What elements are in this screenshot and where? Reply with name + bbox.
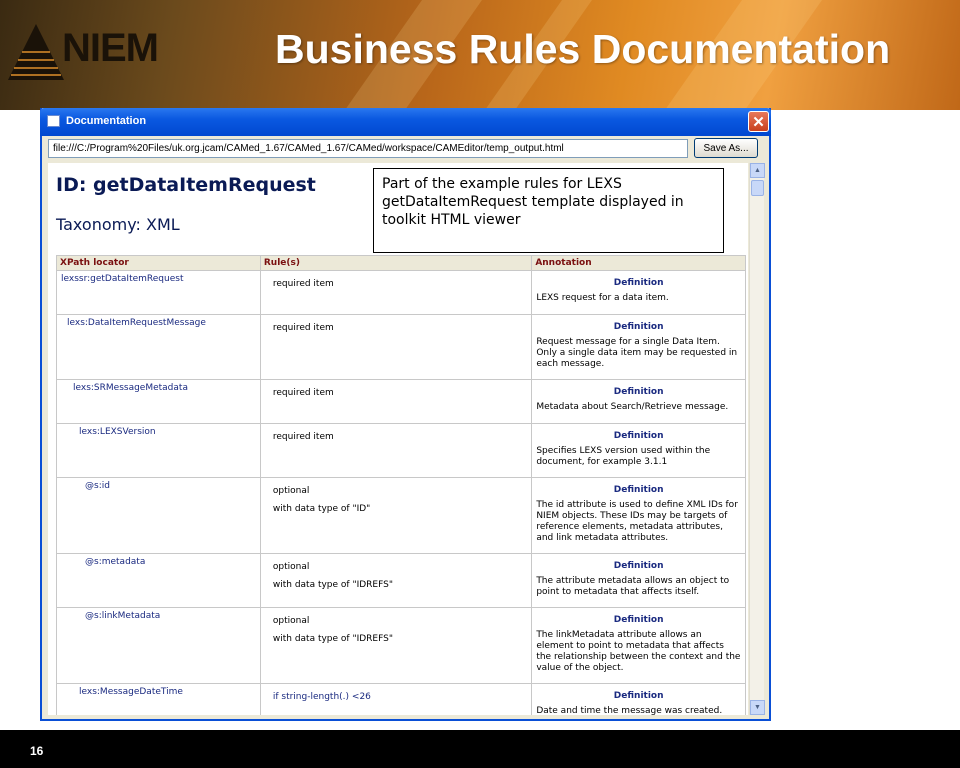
table-row: @s:linkMetadata optional with data type o…	[56, 607, 746, 684]
document-id-heading: ID: getDataItemRequest	[56, 174, 316, 196]
url-bar: file:///C:/Program%20Files/uk.org.jcam/C…	[48, 138, 764, 160]
rule-text: required item	[272, 388, 334, 398]
rules-table: XPath locator Rule(s) Annotation lexssr:…	[56, 255, 746, 715]
rule-text: required item	[272, 432, 334, 442]
rule-text: optional	[272, 486, 310, 496]
callout-box: Part of the example rules for LEXS getDa…	[373, 168, 724, 253]
rules-cell: optional with data type of "IDREFS"	[259, 553, 533, 608]
annotation-text: Date and time the message was created.	[536, 706, 723, 715]
column-header-rules: Rule(s)	[259, 255, 533, 271]
annotation-heading: Definition	[613, 322, 664, 332]
xpath-cell: @s:id	[56, 477, 261, 554]
annotation-text: Metadata about Search/Retrieve message.	[536, 402, 729, 412]
rules-cell: optional with data type of "ID"	[259, 477, 533, 554]
annotation-text: The id attribute is used to define XML I…	[536, 500, 738, 543]
table-header-row: XPath locator Rule(s) Annotation	[56, 255, 746, 271]
annotation-cell: Definition The id attribute is used to de…	[531, 477, 746, 554]
rules-cell: if string-length(.) <26	[259, 683, 533, 715]
xpath-locator: lexssr:getDataItemRequest	[61, 274, 184, 284]
annotation-text: The attribute metadata allows an object …	[536, 576, 730, 597]
window-title: Documentation	[66, 115, 147, 127]
annotation-heading: Definition	[613, 615, 664, 625]
close-icon: ✕	[752, 113, 765, 131]
rule-text: optional	[272, 562, 310, 572]
xpath-cell: @s:linkMetadata	[56, 607, 261, 684]
annotation-text: Request message for a single Data Item. …	[536, 337, 738, 369]
close-button[interactable]: ✕	[748, 111, 769, 132]
rule-text: required item	[272, 323, 334, 333]
xpath-locator: lexs:MessageDateTime	[79, 687, 183, 697]
xpath-cell: @s:metadata	[56, 553, 261, 608]
window-titlebar[interactable]: Documentation ✕	[40, 108, 771, 136]
rule-text: required item	[272, 279, 334, 289]
xpath-locator: lexs:LEXSVersion	[79, 427, 156, 437]
xpath-locator: lexs:SRMessageMetadata	[73, 383, 188, 393]
url-field[interactable]: file:///C:/Program%20Files/uk.org.jcam/C…	[48, 139, 688, 158]
annotation-heading: Definition	[613, 561, 664, 571]
annotation-heading: Definition	[613, 278, 664, 288]
annotation-heading: Definition	[613, 485, 664, 495]
scroll-down-icon[interactable]: ▼	[750, 700, 765, 715]
table-row: lexs:LEXSVersion required item Definitio…	[56, 423, 746, 478]
annotation-text: The linkMetadata attribute allows an ele…	[536, 630, 741, 673]
xpath-locator: @s:id	[85, 481, 110, 491]
xpath-cell: lexs:DataItemRequestMessage	[56, 314, 261, 380]
xpath-cell: lexs:LEXSVersion	[56, 423, 261, 478]
rules-cell: required item	[259, 270, 533, 315]
rule-text: with data type of "IDREFS"	[272, 580, 393, 590]
window-icon	[47, 115, 60, 127]
scroll-up-icon[interactable]: ▲	[750, 163, 765, 178]
xpath-cell: lexs:MessageDateTime	[56, 683, 261, 715]
slide-header: NIEM Business Rules Documentation	[0, 0, 960, 110]
annotation-cell: Definition Metadata about Search/Retrieve…	[531, 379, 746, 424]
save-as-button[interactable]: Save As...	[694, 138, 758, 158]
xpath-locator: @s:metadata	[85, 557, 146, 567]
rules-cell: required item	[259, 314, 533, 380]
column-header-annotation: Annotation	[531, 255, 746, 271]
rules-cell: required item	[259, 379, 533, 424]
slide-title: Business Rules Documentation	[275, 26, 891, 72]
annotation-text: Specifies LEXS version used within the d…	[536, 446, 711, 467]
xpath-cell: lexssr:getDataItemRequest	[56, 270, 261, 315]
rules-cell: optional with data type of "IDREFS"	[259, 607, 533, 684]
rules-cell: required item	[259, 423, 533, 478]
xpath-cell: lexs:SRMessageMetadata	[56, 379, 261, 424]
rule-text: with data type of "ID"	[272, 504, 371, 514]
annotation-heading: Definition	[613, 387, 664, 397]
table-row: lexs:MessageDateTime if string-length(.)…	[56, 683, 746, 715]
slide-footer: 16	[0, 730, 960, 768]
rule-text: with data type of "IDREFS"	[272, 634, 393, 644]
column-header-xpath: XPath locator	[56, 255, 261, 271]
rule-text: optional	[272, 616, 310, 626]
scroll-thumb[interactable]	[751, 180, 764, 196]
table-row: lexs:DataItemRequestMessage required ite…	[56, 314, 746, 380]
table-row: @s:id optional with data type of "ID" Def…	[56, 477, 746, 554]
page-number: 16	[30, 744, 44, 758]
table-row: lexssr:getDataItemRequest required item …	[56, 270, 746, 315]
annotation-cell: Definition Date and time the message was …	[531, 683, 746, 715]
xpath-locator: lexs:DataItemRequestMessage	[67, 318, 206, 328]
annotation-cell: Definition The attribute metadata allows …	[531, 553, 746, 608]
annotation-heading: Definition	[613, 431, 664, 441]
rule-text: if string-length(.) <26	[272, 692, 371, 702]
annotation-text: LEXS request for a data item.	[536, 293, 669, 303]
annotation-cell: Definition The linkMetadata attribute all…	[531, 607, 746, 684]
table-row: lexs:SRMessageMetadata required item Def…	[56, 379, 746, 424]
logo-text: NIEM	[62, 26, 159, 70]
table-row: @s:metadata optional with data type of "I…	[56, 553, 746, 608]
annotation-heading: Definition	[613, 691, 664, 701]
taxonomy-heading: Taxonomy: XML	[56, 215, 180, 234]
annotation-cell: Definition LEXS request for a data item.	[531, 270, 746, 315]
xpath-locator: @s:linkMetadata	[85, 611, 161, 621]
annotation-cell: Definition Specifies LEXS version used wi…	[531, 423, 746, 478]
vertical-scrollbar[interactable]: ▲ ▼	[749, 163, 765, 715]
annotation-cell: Definition Request message for a single D…	[531, 314, 746, 380]
